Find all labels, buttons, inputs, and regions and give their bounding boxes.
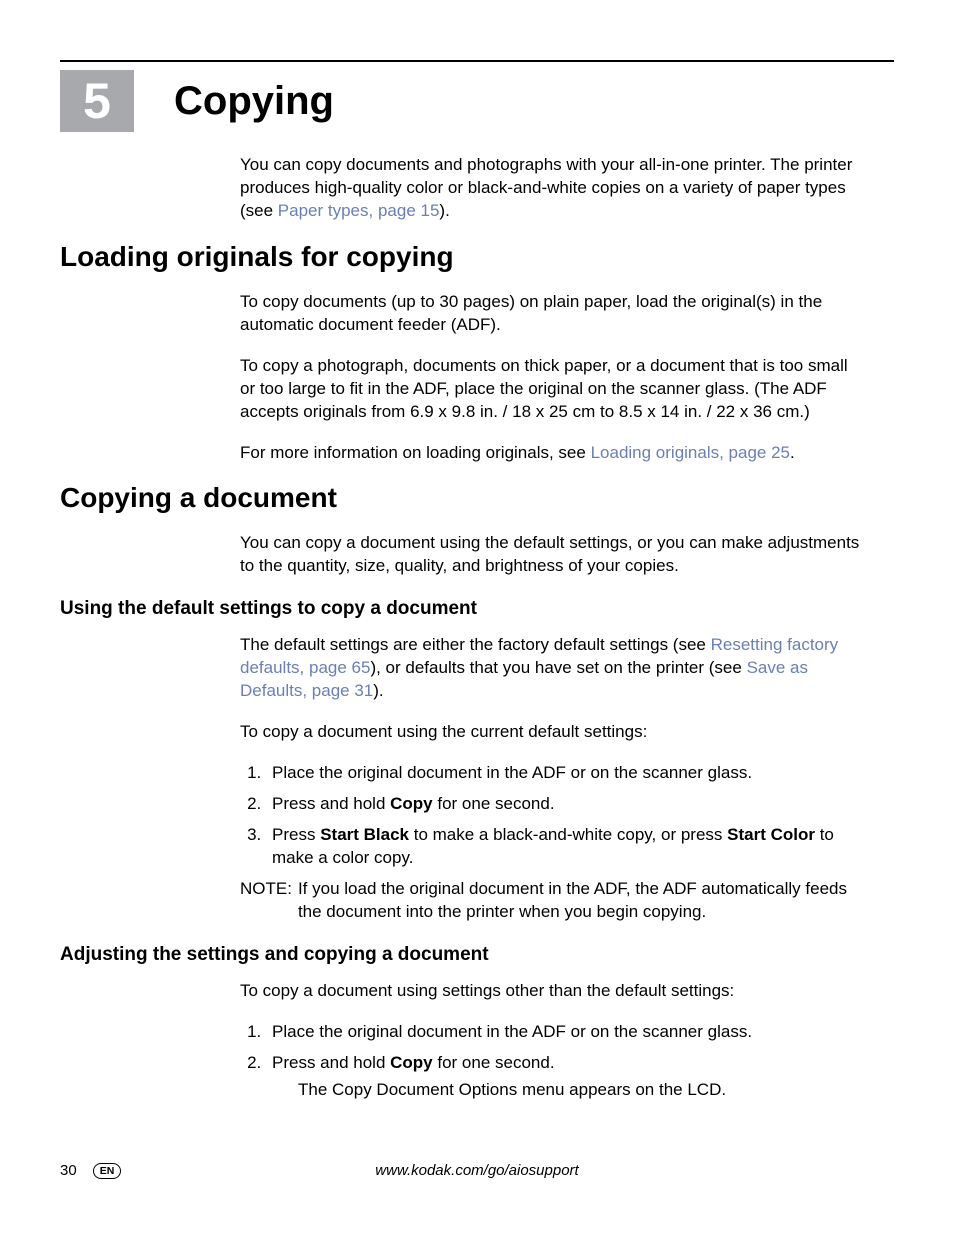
step2-a: Press and hold [272, 794, 390, 813]
step2-bold: Copy [390, 794, 433, 813]
step3-a: Press [272, 825, 320, 844]
section-copying-document-title: Copying a document [60, 482, 894, 514]
link-paper-types[interactable]: Paper types, page 15 [278, 201, 440, 220]
link-loading-originals[interactable]: Loading originals, page 25 [591, 443, 790, 462]
sub1-p1c: ). [373, 681, 383, 700]
page-footer: 30 EN www.kodak.com/go/aiosupport [60, 1162, 894, 1179]
sub1-p1: The default settings are either the fact… [240, 634, 864, 703]
intro-text-2: ). [439, 201, 449, 220]
sub1-p2: To copy a document using the current def… [240, 721, 864, 744]
sub2-step2-a: Press and hold [272, 1053, 390, 1072]
list-item: Press Start Black to make a black-and-wh… [266, 824, 864, 870]
note-text: If you load the original document in the… [298, 878, 864, 924]
list-item: Place the original document in the ADF o… [266, 1021, 864, 1044]
top-rule [60, 60, 894, 62]
subsection-adjusting-settings-title: Adjusting the settings and copying a doc… [60, 944, 894, 966]
chapter-title: Copying [174, 70, 334, 132]
section1-p1: To copy documents (up to 30 pages) on pl… [240, 291, 864, 337]
sub2-p1: To copy a document using settings other … [240, 980, 864, 1003]
step3-b: to make a black-and-white copy, or press [409, 825, 727, 844]
sub1-p1b: ), or defaults that you have set on the … [370, 658, 746, 677]
sub2-step2-b: for one second. [433, 1053, 555, 1072]
chapter-header: 5 Copying [60, 70, 894, 132]
footer-url[interactable]: www.kodak.com/go/aiosupport [375, 1162, 578, 1179]
list-item: Place the original document in the ADF o… [266, 762, 864, 785]
step3-bold2: Start Color [727, 825, 815, 844]
sub2-steps: Place the original document in the ADF o… [266, 1021, 864, 1102]
section1-p3b: . [790, 443, 795, 462]
step2-b: for one second. [433, 794, 555, 813]
subsection-default-settings-title: Using the default settings to copy a doc… [60, 598, 894, 620]
section1-p3a: For more information on loading original… [240, 443, 591, 462]
step3-bold1: Start Black [320, 825, 409, 844]
chapter-number-box: 5 [60, 70, 134, 132]
sub2-step2-sub: The Copy Document Options menu appears o… [298, 1079, 864, 1102]
sub2-step2-bold: Copy [390, 1053, 433, 1072]
sub1-note: NOTE: If you load the original document … [240, 878, 864, 924]
list-item: Press and hold Copy for one second. The … [266, 1052, 864, 1102]
section-loading-originals-title: Loading originals for copying [60, 241, 894, 273]
note-label: NOTE: [240, 878, 292, 924]
section1-p2: To copy a photograph, documents on thick… [240, 355, 864, 424]
sub1-steps: Place the original document in the ADF o… [266, 762, 864, 870]
section2-p1: You can copy a document using the defaul… [240, 532, 864, 578]
language-badge: EN [93, 1163, 122, 1179]
intro-paragraph: You can copy documents and photographs w… [240, 154, 864, 223]
list-item: Press and hold Copy for one second. [266, 793, 864, 816]
section1-p3: For more information on loading original… [240, 442, 864, 465]
page-number: 30 [60, 1162, 77, 1179]
sub1-p1a: The default settings are either the fact… [240, 635, 711, 654]
